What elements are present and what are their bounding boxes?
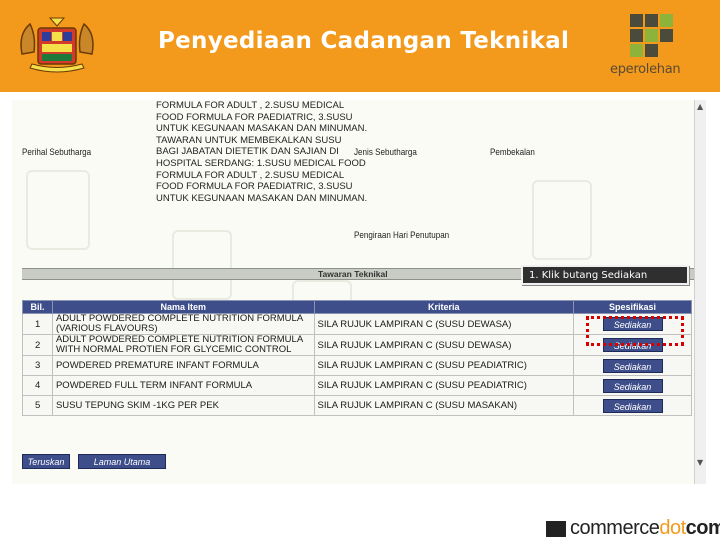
pengiraan-label: Pengiraan Hari Penutupan	[354, 230, 450, 241]
description-line: BAGI JABATAN DIETETIK DAN SAJIAN DI	[156, 146, 339, 158]
description-line: FORMULA FOR ADULT , 2.SUSU MEDICAL	[156, 100, 345, 111]
table-row: 4 POWDERED FULL TERM INFANT FORMULA SILA…	[22, 375, 692, 396]
background-decoration	[172, 230, 232, 300]
description-line: FOOD FORMULA FOR PAEDIATRIC, 3.SUSU	[156, 111, 353, 123]
perihal-label: Perihal Sebutharga	[22, 147, 92, 158]
jenis-label: Jenis Sebutharga	[354, 147, 417, 158]
scroll-up-icon[interactable]: ▲	[697, 102, 703, 111]
row-number: 4	[22, 375, 53, 396]
background-decoration	[26, 170, 90, 250]
section-title: Tawaran Teknikal	[318, 269, 388, 279]
table-header-row: Bil. Nama Item Kriteria Spesifikasi	[22, 300, 692, 314]
laman-utama-button[interactable]: Laman Utama	[78, 454, 166, 469]
instruction-callout: 1. Klik butang Sediakan	[521, 265, 689, 285]
highlight-box	[586, 316, 684, 346]
malaysia-coat-of-arms-icon	[20, 17, 94, 73]
row-kriteria: SILA RUJUK LAMPIRAN C (SUSU DEWASA)	[313, 313, 575, 335]
slide-header: Penyediaan Cadangan Teknikal eperolehan	[0, 0, 720, 92]
vertical-scrollbar[interactable]: ▲ ▼	[694, 100, 706, 484]
pembekalan-label: Pembekalan	[490, 147, 535, 158]
row-number: 2	[22, 334, 53, 356]
description-line: HOSPITAL SERDANG: 1.SUSU MEDICAL FOOD	[156, 157, 366, 169]
background-decoration	[532, 180, 592, 260]
sediakan-button[interactable]: Sediakan	[602, 358, 663, 373]
row-kriteria: SILA RUJUK LAMPIRAN C (SUSU DEWASA)	[313, 334, 575, 356]
row-kriteria: SILA RUJUK LAMPIRAN C (SUSU MASAKAN)	[313, 395, 575, 416]
commercedotcom-logo: commercedotcom	[570, 518, 720, 538]
header-nama-item: Nama Item	[51, 300, 315, 314]
perihal-description: FORMULA FOR ADULT , 2.SUSU MEDICAL FOOD F…	[156, 100, 367, 204]
commercedotcom-mark-icon	[546, 521, 566, 537]
eperolehan-logo-text: eperolehan	[610, 62, 681, 77]
description-line: FOOD FORMULA FOR PAEDIATRIC, 3.SUSU	[156, 181, 353, 193]
table-row: 5 SUSU TEPUNG SKIM -1KG PER PEK SILA RUJ…	[22, 395, 692, 416]
description-line: FORMULA FOR ADULT , 2.SUSU MEDICAL	[156, 169, 345, 181]
description-line: UNTUK KEGUNAAN MASAKAN DAN MINUMAN.	[156, 192, 368, 204]
footer-brand-3: com	[685, 517, 720, 539]
row-number: 1	[22, 313, 53, 335]
row-item-name: ADULT POWDERED COMPLETE NUTRITION FORMUL…	[51, 313, 315, 335]
row-item-name: SUSU TEPUNG SKIM -1KG PER PEK	[51, 395, 315, 416]
scroll-down-icon[interactable]: ▼	[697, 458, 703, 467]
row-kriteria: SILA RUJUK LAMPIRAN C (SUSU PEADIATRIC)	[313, 355, 575, 376]
table-row: 3 POWDERED PREMATURE INFANT FORMULA SILA…	[22, 355, 692, 376]
description-line: UNTUK KEGUNAAN MASAKAN DAN MINUMAN.	[156, 123, 368, 135]
row-spec-cell: Sediakan	[573, 355, 692, 376]
footer-brand-2: dot	[659, 517, 686, 539]
row-number: 5	[22, 395, 53, 416]
embedded-screenshot: FORMULA FOR ADULT , 2.SUSU MEDICAL FOOD F…	[12, 100, 706, 484]
row-number: 3	[22, 355, 53, 376]
slide-title: Penyediaan Cadangan Teknikal	[158, 28, 570, 54]
header-spesifikasi: Spesifikasi	[573, 300, 692, 314]
header-kriteria: Kriteria	[313, 300, 575, 314]
sediakan-button[interactable]: Sediakan	[602, 378, 663, 393]
row-spec-cell: Sediakan	[573, 375, 692, 396]
description-line: TAWARAN UNTUK MEMBEKALKAN SUSU	[156, 134, 342, 146]
row-item-name: POWDERED FULL TERM INFANT FORMULA	[51, 375, 315, 396]
header-bil: Bil.	[22, 300, 53, 314]
row-item-name: ADULT POWDERED COMPLETE NUTRITION FORMUL…	[51, 334, 315, 356]
row-spec-cell: Sediakan	[573, 395, 692, 416]
sediakan-button[interactable]: Sediakan	[602, 398, 663, 413]
footer-brand-1: commerce	[570, 517, 660, 539]
row-item-name: POWDERED PREMATURE INFANT FORMULA	[51, 355, 315, 376]
teruskan-button[interactable]: Teruskan	[22, 454, 70, 469]
row-kriteria: SILA RUJUK LAMPIRAN C (SUSU PEADIATRIC)	[313, 375, 575, 396]
